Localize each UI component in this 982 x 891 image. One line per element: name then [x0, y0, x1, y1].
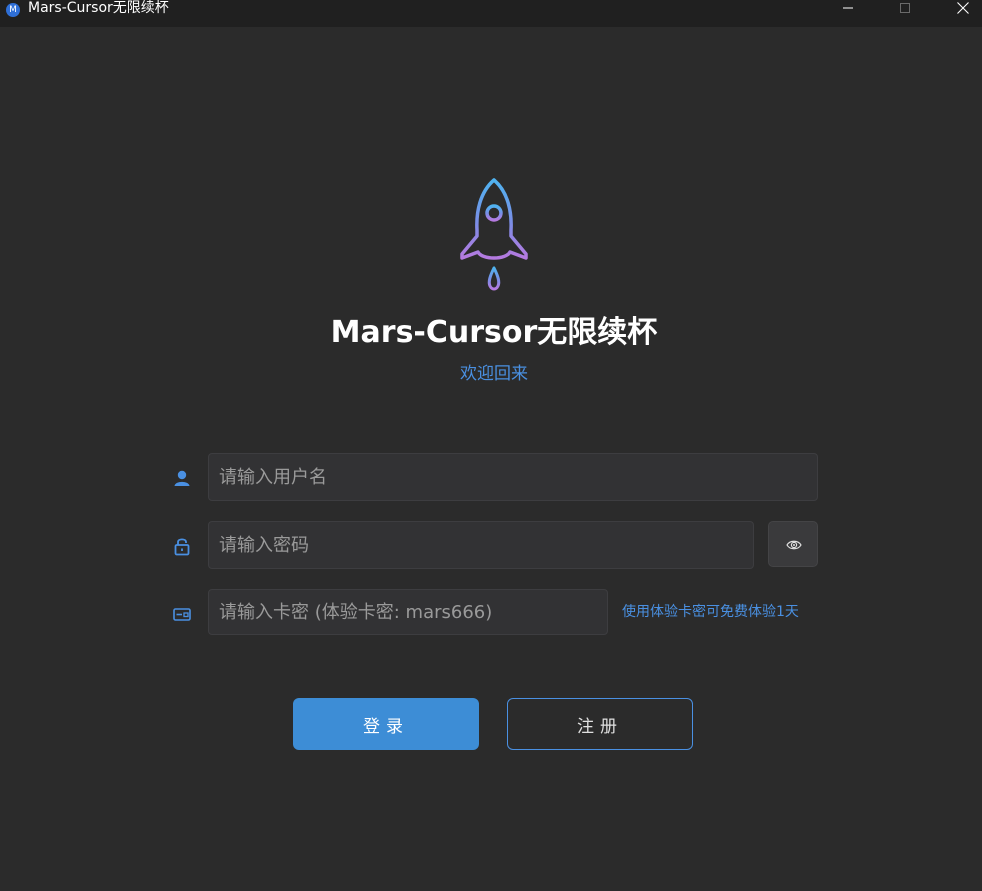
lock-icon — [174, 538, 190, 556]
password-input[interactable] — [208, 521, 754, 569]
card-key-input[interactable] — [208, 589, 608, 635]
title-bar[interactable]: M Mars-Cursor无限续杯 — [0, 0, 982, 27]
username-input[interactable] — [208, 453, 818, 501]
app-window: M Mars-Cursor无限续杯 Mars-Cursor无限续杯 欢迎回来 请… — [0, 0, 982, 891]
close-icon — [957, 2, 969, 14]
welcome-subtitle: 欢迎回来 — [460, 364, 528, 384]
minimize-icon — [843, 7, 853, 9]
maximize-button[interactable] — [882, 0, 928, 17]
card-icon — [173, 608, 191, 621]
register-button[interactable]: 注册 — [507, 698, 693, 750]
window-title: Mars-Cursor无限续杯 — [28, 0, 169, 16]
eye-icon — [786, 540, 802, 550]
toggle-password-visibility-button[interactable] — [768, 521, 818, 567]
rocket-icon — [460, 178, 528, 291]
app-title: Mars-Cursor无限续杯 — [330, 315, 658, 350]
login-button[interactable]: 登录 — [293, 698, 479, 750]
user-icon — [174, 470, 190, 486]
maximize-icon — [900, 3, 910, 13]
minimize-button[interactable] — [825, 0, 871, 17]
app-logo-icon: M — [6, 3, 20, 17]
close-button[interactable] — [940, 0, 982, 17]
trial-card-link[interactable]: 使用体验卡密可免费体验1天 — [622, 603, 799, 621]
